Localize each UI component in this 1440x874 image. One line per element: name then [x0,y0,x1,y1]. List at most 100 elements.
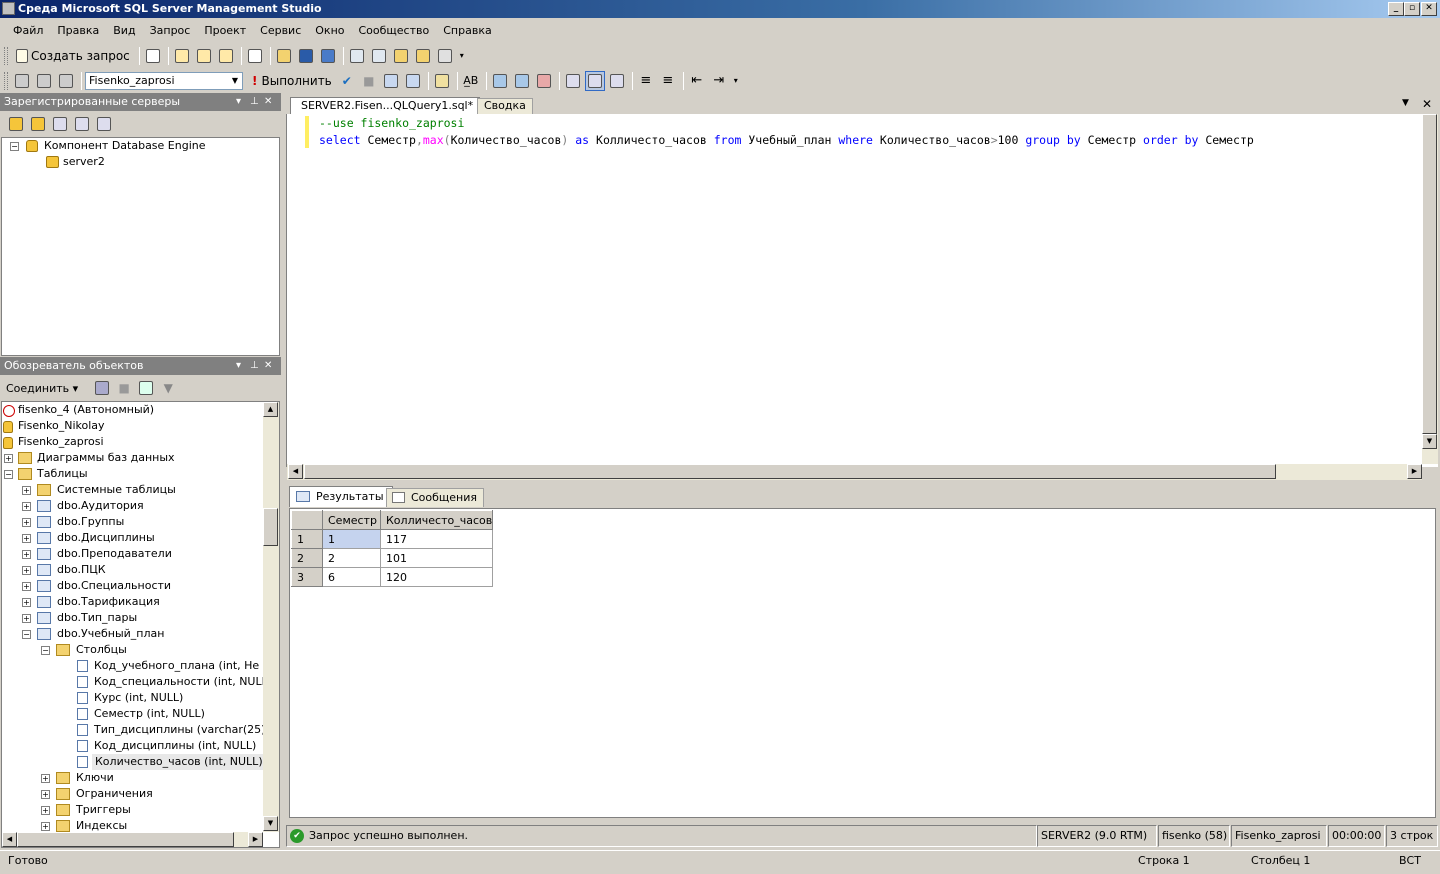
scroll-thumb[interactable] [1422,114,1437,434]
toolbar-options[interactable]: ▾ [457,46,467,66]
results-to-file-button[interactable] [607,71,627,91]
expand-icon[interactable]: + [22,518,31,527]
menu-tools[interactable]: Сервис [253,24,308,37]
menu-query[interactable]: Запрос [143,24,198,37]
tree-item-column[interactable]: Тип_дисциплины (varchar(25), NU [94,722,279,738]
expand-icon[interactable]: + [22,582,31,591]
add-item-button[interactable] [245,46,265,66]
menu-project[interactable]: Проект [197,24,253,37]
pin-icon[interactable]: ⊥ [250,357,259,375]
menu-community[interactable]: Сообщество [352,24,437,37]
tree-vertical-scrollbar[interactable]: ▲ ▼ [263,402,279,832]
table-cell[interactable]: 117 [379,529,494,549]
tree-item-column[interactable]: Код_учебного_плана (int, Не NUL [94,658,279,674]
new-file-button[interactable] [143,46,163,66]
tree-item-triggers[interactable]: Триггеры [76,802,131,818]
client-stats-button[interactable] [534,71,554,91]
table-cell[interactable]: 2 [322,548,381,568]
tree-item-column[interactable]: Семестр (int, NULL) [94,706,205,722]
xmla-query-button[interactable] [216,46,236,66]
include-stats-button[interactable] [512,71,532,91]
collapse-icon[interactable]: − [10,142,19,151]
table-cell[interactable]: 6 [322,567,381,587]
tree-item-table[interactable]: dbo.Аудитория [57,498,144,514]
analyze-button[interactable] [432,71,452,91]
expand-icon[interactable]: + [41,806,50,815]
results-to-grid-button[interactable] [584,70,605,91]
execute-button[interactable]: ! Выполнить [249,71,335,91]
template-explorer-button[interactable] [391,46,411,66]
row-number[interactable]: 2 [291,548,323,568]
mobile-button[interactable] [72,114,92,134]
intellisense-button[interactable]: A̲B [461,71,481,91]
table-cell[interactable]: 101 [379,548,494,568]
save-all-button[interactable] [318,46,338,66]
scroll-up-icon[interactable]: ▲ [263,402,278,417]
scroll-down-icon[interactable]: ▼ [263,816,278,831]
comment-button[interactable]: ≡ [636,71,656,91]
expand-icon[interactable]: + [22,566,31,575]
table-cell-selected[interactable]: 1 [322,529,381,549]
tree-item-keys[interactable]: Ключи [76,770,114,786]
tree-item-table[interactable]: dbo.Учебный_план [57,626,164,642]
scroll-down-icon[interactable]: ▼ [1422,434,1437,449]
new-query-button[interactable]: Создать запрос [12,46,134,66]
tab-messages[interactable]: Сообщения [386,488,485,507]
mdx-query-button[interactable] [172,46,192,66]
registered-servers-button[interactable] [347,46,367,66]
menu-file[interactable]: Файл [6,24,50,37]
tree-item-fisenko4[interactable]: fisenko_4 (Автономный) [18,402,154,418]
toolbar-grip[interactable] [4,46,8,65]
panel-menu-icon[interactable]: ▾ [236,93,241,111]
include-plan-button[interactable] [490,71,510,91]
increase-indent-button[interactable]: ⇥ [709,71,729,91]
scroll-thumb[interactable] [263,508,278,546]
scroll-right-icon[interactable]: ▶ [1407,464,1422,479]
scroll-right-icon[interactable]: ▶ [248,832,263,847]
tree-item-column[interactable]: Курс (int, NULL) [94,690,183,706]
menu-view[interactable]: Вид [106,24,142,37]
sql-editor[interactable]: --use fisenko_zaprosi select Семестр,max… [286,114,1438,480]
menu-window[interactable]: Окно [308,24,351,37]
object-explorer-button[interactable] [369,46,389,66]
uncomment-button[interactable]: ≡ [658,71,678,91]
expand-icon[interactable]: + [22,534,31,543]
expand-icon[interactable]: + [22,598,31,607]
tree-item-system-tables[interactable]: Системные таблицы [57,482,176,498]
database-select[interactable]: Fisenko_zaprosi ▼ [85,71,243,90]
dmx-query-button[interactable] [194,46,214,66]
tree-item-column[interactable]: Код_дисциплины (int, NULL) [94,738,256,754]
minimize-button[interactable]: _ [1388,2,1404,16]
toolbar-options[interactable]: ▾ [731,71,741,91]
row-number[interactable]: 3 [291,567,323,587]
close-document-icon[interactable]: ✕ [1422,97,1432,111]
tree-item-diagrams[interactable]: Диаграммы баз данных [37,450,175,466]
tab-results[interactable]: Результаты [289,486,393,507]
menu-help[interactable]: Справка [436,24,498,37]
tree-item-column-selected[interactable]: Количество_часов (int, NULL) [92,754,266,770]
scroll-left-icon[interactable]: ◀ [288,464,303,479]
change-connection-button[interactable] [56,71,76,91]
tree-item-table[interactable]: dbo.Тарификация [57,594,160,610]
scroll-thumb[interactable] [17,832,234,847]
cancel-query-button[interactable]: ■ [359,71,379,91]
expand-icon[interactable]: + [22,550,31,559]
expand-icon[interactable]: + [22,614,31,623]
expand-icon[interactable]: + [22,486,31,495]
tree-item-table[interactable]: dbo.ПЦК [57,562,106,578]
toolbox-button[interactable] [435,46,455,66]
filter-button[interactable]: ▼ [158,378,178,398]
tab-query1[interactable]: SERVER2.Fisen...QLQuery1.sql* [290,97,481,114]
stop-button[interactable]: ■ [114,378,134,398]
tree-item-fisenko-zaprosi[interactable]: Fisenko_zaprosi [18,434,104,450]
tree-horizontal-scrollbar[interactable]: ◀ ▶ [2,832,263,847]
refresh-button[interactable] [136,378,156,398]
integration-services-button[interactable] [94,114,114,134]
close-panel-icon[interactable]: ✕ [264,357,272,375]
reporting-services-button[interactable] [50,114,70,134]
panel-menu-icon[interactable]: ▾ [236,357,241,375]
expand-icon[interactable]: + [22,502,31,511]
tab-summary[interactable]: Сводка [477,98,533,114]
analysis-services-button[interactable] [28,114,48,134]
tree-item-table[interactable]: dbo.Преподаватели [57,546,172,562]
